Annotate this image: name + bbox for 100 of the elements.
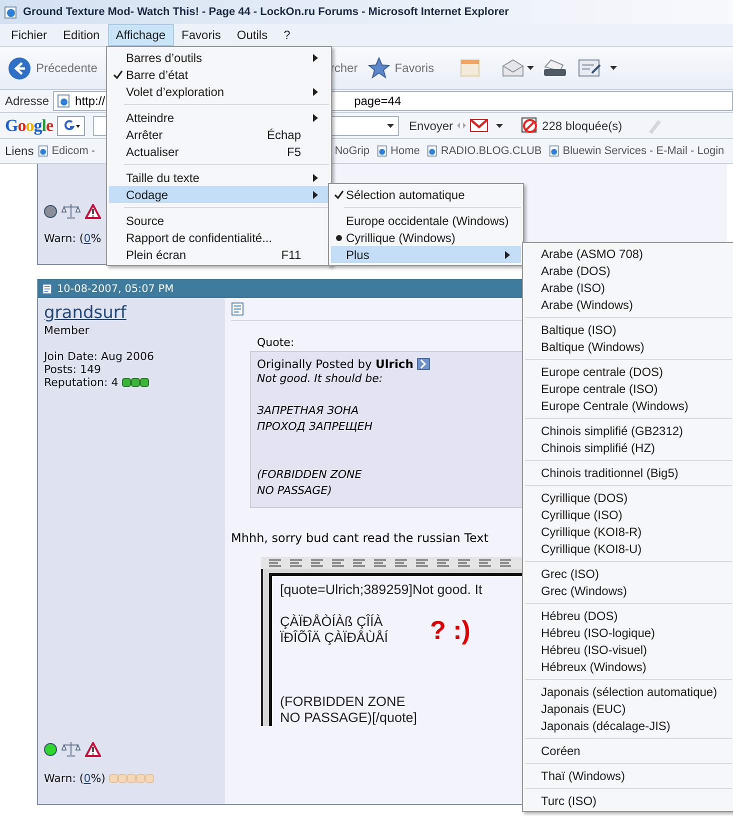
menu-item[interactable]: Hébreu (DOS) bbox=[525, 607, 732, 624]
menu-item[interactable]: Source bbox=[109, 212, 329, 229]
quote-text: (FORBIDDEN ZONE NO PASSAGE) bbox=[257, 467, 362, 499]
menu-item[interactable]: Cyrillique (Windows) bbox=[331, 229, 521, 246]
link[interactable]: Home bbox=[390, 145, 420, 157]
menu-item[interactable]: Barre d’état bbox=[109, 66, 329, 83]
google-logo: Google bbox=[5, 116, 54, 136]
window-title: Ground Texture Mod- Watch This! - Page 44 - LockOn.ru Forums - Microsoft Internet Explorer bbox=[23, 6, 509, 18]
menu-bar-item[interactable]: Affichage bbox=[108, 24, 174, 46]
google-menu-button[interactable] bbox=[57, 116, 86, 136]
menu-item[interactable]: Hébreu (ISO-visuel) bbox=[525, 641, 732, 658]
menu-item[interactable]: Europe occidentale (Windows) bbox=[331, 212, 521, 229]
warning-icon[interactable] bbox=[85, 742, 101, 757]
menu-bar-item[interactable]: Edition bbox=[55, 24, 108, 46]
annotation-text: ? :) bbox=[430, 614, 470, 646]
menu-item[interactable]: Chinois simplifié (GB2312) bbox=[525, 422, 732, 439]
warn-text: Warn: (0%) bbox=[44, 772, 106, 785]
menu-item[interactable]: Japonais (décalage-JIS) bbox=[525, 717, 732, 734]
menu-item[interactable]: Codage bbox=[109, 186, 329, 203]
menu-bar-item[interactable]: ? bbox=[276, 24, 298, 46]
menu-item[interactable]: Grec (ISO) bbox=[525, 565, 732, 582]
star-icon[interactable] bbox=[368, 57, 390, 79]
menu-item[interactable]: Chinois simplifié (HZ) bbox=[525, 439, 732, 456]
menu-item[interactable]: Grec (Windows) bbox=[525, 582, 732, 599]
menu-item[interactable]: Japonais (sélection automatique) bbox=[525, 683, 732, 700]
message-icon bbox=[231, 302, 245, 316]
popup-blocker-icon[interactable] bbox=[521, 117, 538, 134]
menu-item[interactable]: Hébreu (ISO-logique) bbox=[525, 624, 732, 641]
gmail-icon[interactable] bbox=[470, 119, 488, 132]
editor-text: (FORBIDDEN ZONE NO PASSAGE)[/quote] bbox=[280, 694, 418, 726]
warn-level-icon bbox=[109, 774, 154, 783]
send-button[interactable]: Envoyer bbox=[409, 118, 454, 132]
menu-item[interactable]: Arrêter Échap bbox=[109, 126, 329, 143]
menu-item[interactable]: Rapport de confidentialité... bbox=[109, 229, 329, 246]
caret-icon[interactable] bbox=[527, 66, 534, 70]
links-label: Liens bbox=[5, 144, 34, 158]
menu-bar-item[interactable]: Fichier bbox=[3, 24, 56, 46]
menu-item[interactable]: Arabe (ISO) bbox=[525, 279, 732, 296]
warn-link[interactable]: 0 bbox=[84, 232, 91, 245]
menu-item[interactable]: Arabe (ASMO 708) bbox=[525, 245, 732, 262]
page-icon bbox=[376, 145, 388, 157]
blocked-count: 228 bloquée(s) bbox=[542, 118, 622, 132]
back-icon[interactable] bbox=[8, 56, 31, 80]
printer-icon[interactable] bbox=[542, 58, 568, 78]
caret-icon[interactable] bbox=[496, 124, 504, 128]
shortcut-label: F5 bbox=[286, 144, 302, 158]
menu-item[interactable]: Europe centrale (DOS) bbox=[525, 363, 732, 380]
menu-item[interactable]: Atteindre bbox=[109, 109, 329, 126]
menu-item[interactable]: Cyrillique (KOI8-U) bbox=[525, 540, 732, 557]
menu-item[interactable]: Arabe (Windows) bbox=[525, 296, 732, 313]
menu-item[interactable]: Baltique (ISO) bbox=[525, 321, 732, 338]
post-text: Mhhh, sorry bud cant read the russian Text bbox=[231, 531, 488, 545]
menu-item[interactable]: Chinois traditionnel (Big5) bbox=[525, 464, 732, 481]
menu-item[interactable]: Cyrillique (KOI8-R) bbox=[525, 523, 732, 540]
menu-item[interactable]: Plein écran F11 bbox=[109, 246, 329, 263]
quote-label: Quote: bbox=[257, 336, 294, 349]
link[interactable]: RADIO.BLOG.CLUB bbox=[440, 145, 542, 157]
warn-link[interactable]: 0 bbox=[84, 772, 91, 785]
user-detail: Reputation: 4 bbox=[44, 376, 118, 389]
link[interactable]: Bluewin Services - E-Mail - Login bbox=[562, 145, 724, 157]
menu-item[interactable]: Cyrillique (ISO) bbox=[525, 506, 732, 523]
page-icon bbox=[426, 145, 438, 157]
menu-item[interactable]: Barres d’outils bbox=[109, 49, 329, 66]
menu-item[interactable]: Plus bbox=[331, 246, 521, 263]
menu-item[interactable]: Sélection automatique bbox=[331, 186, 521, 203]
menu-item[interactable]: Arabe (DOS) bbox=[525, 262, 732, 279]
shortcut-label: Échap bbox=[266, 128, 302, 142]
menu-item[interactable]: Coréen bbox=[525, 742, 732, 759]
menu-item[interactable]: Europe centrale (ISO) bbox=[525, 380, 732, 397]
shortcut-label: F11 bbox=[281, 248, 302, 262]
warning-icon[interactable] bbox=[85, 204, 101, 219]
page-icon bbox=[38, 145, 49, 157]
menu-item[interactable]: Baltique (Windows) bbox=[525, 338, 732, 355]
user-rank: Member bbox=[44, 324, 90, 337]
link[interactable]: Edicom - bbox=[52, 145, 96, 157]
warn-text: Warn: (0% bbox=[44, 232, 102, 245]
caret-icon[interactable] bbox=[610, 66, 618, 70]
link[interactable]: NoGrip bbox=[334, 145, 370, 157]
menu-item[interactable]: Thaï (Windows) bbox=[525, 767, 732, 784]
favorites-button[interactable]: Favoris bbox=[394, 61, 434, 75]
menu-item[interactable]: Turc (ISO) bbox=[525, 792, 732, 809]
editor-text: ÇÀÏÐÅÒÍÀß ÇÎÍÀ ÏÐÎÕÎÄ ÇÀÏÐÅÙÅÍ bbox=[280, 614, 388, 646]
username-link[interactable]: grandsurf bbox=[44, 302, 225, 324]
menu-item[interactable]: Japonais (EUC) bbox=[525, 700, 732, 717]
menu-bar-item[interactable]: Favoris bbox=[174, 24, 229, 46]
scales-icon[interactable] bbox=[61, 741, 81, 758]
menu-item[interactable]: Actualiser F5 bbox=[109, 143, 329, 160]
page-icon bbox=[548, 145, 560, 157]
menu-item[interactable]: Europe Centrale (Windows) bbox=[525, 397, 732, 414]
edit-icon[interactable] bbox=[578, 58, 602, 78]
menu-item[interactable]: Cyrillique (DOS) bbox=[525, 489, 732, 506]
menu-bar-item[interactable]: Outils bbox=[228, 24, 276, 46]
back-button[interactable]: Précedente bbox=[36, 61, 98, 75]
view-post-icon[interactable] bbox=[417, 358, 430, 370]
menu-item[interactable]: Hébreux (Windows) bbox=[525, 658, 732, 675]
editor-text: [quote=Ulrich;389259]Not good. It bbox=[280, 582, 482, 598]
browser-icon bbox=[4, 5, 18, 19]
scales-icon[interactable] bbox=[61, 203, 81, 220]
menu-item[interactable]: Taille du texte bbox=[109, 169, 329, 186]
arrows-icon bbox=[457, 122, 466, 129]
